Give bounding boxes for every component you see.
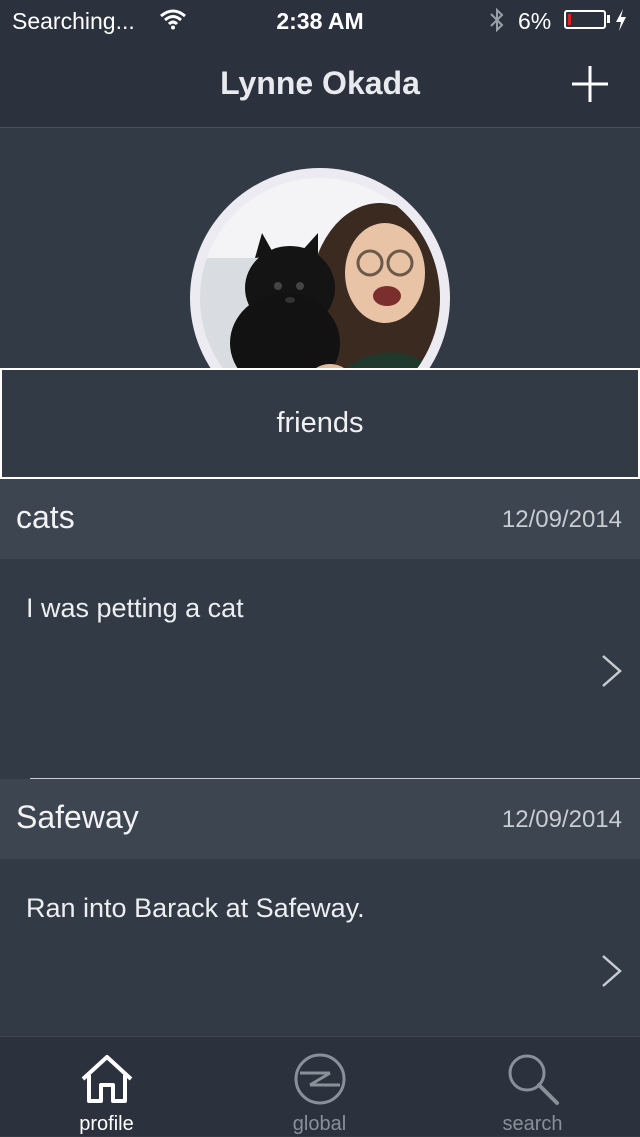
plus-icon[interactable] <box>568 62 612 106</box>
status-bar: Searching... 2:38 AM 6% <box>0 0 640 40</box>
battery-percent: 6% <box>518 8 552 34</box>
navigation-bar: Lynne Okada <box>0 40 640 128</box>
post-title: Safeway <box>16 799 139 835</box>
chevron-right-icon[interactable] <box>600 953 624 989</box>
post-text: Ran into Barack at Safeway. <box>26 893 365 923</box>
search-icon <box>508 1054 559 1105</box>
home-icon <box>81 1055 132 1103</box>
post-text: I was petting a cat <box>26 593 244 623</box>
friends-button[interactable]: friends <box>0 368 640 479</box>
tab-search[interactable]: search <box>426 1037 639 1137</box>
post-title: cats <box>16 499 75 535</box>
post-item[interactable]: I was petting a cat <box>0 559 640 779</box>
post-header[interactable]: Safeway 12/09/2014 <box>0 779 640 859</box>
battery-fill <box>568 14 571 25</box>
post-header[interactable]: cats 12/09/2014 <box>0 479 640 559</box>
chevron-right-icon[interactable] <box>600 653 624 689</box>
battery-icon <box>564 10 606 29</box>
battery-nub <box>607 15 610 23</box>
bluetooth-icon <box>490 7 504 33</box>
post-item[interactable]: Ran into Barack at Safeway. <box>0 859 640 1036</box>
profile-header <box>0 128 640 428</box>
tab-label: global <box>292 1113 347 1135</box>
globe-icon <box>294 1053 345 1105</box>
post-date: 12/09/2014 <box>501 806 622 833</box>
tab-bar: profile global search <box>0 1036 640 1136</box>
tab-label: search <box>502 1113 563 1135</box>
page-title: Lynne Okada <box>220 65 420 101</box>
tab-label: profile <box>79 1113 134 1135</box>
tab-profile[interactable]: profile <box>0 1037 213 1137</box>
post-date: 12/09/2014 <box>501 506 622 533</box>
tab-global[interactable]: global <box>213 1037 426 1137</box>
charging-bolt-icon <box>616 9 626 31</box>
